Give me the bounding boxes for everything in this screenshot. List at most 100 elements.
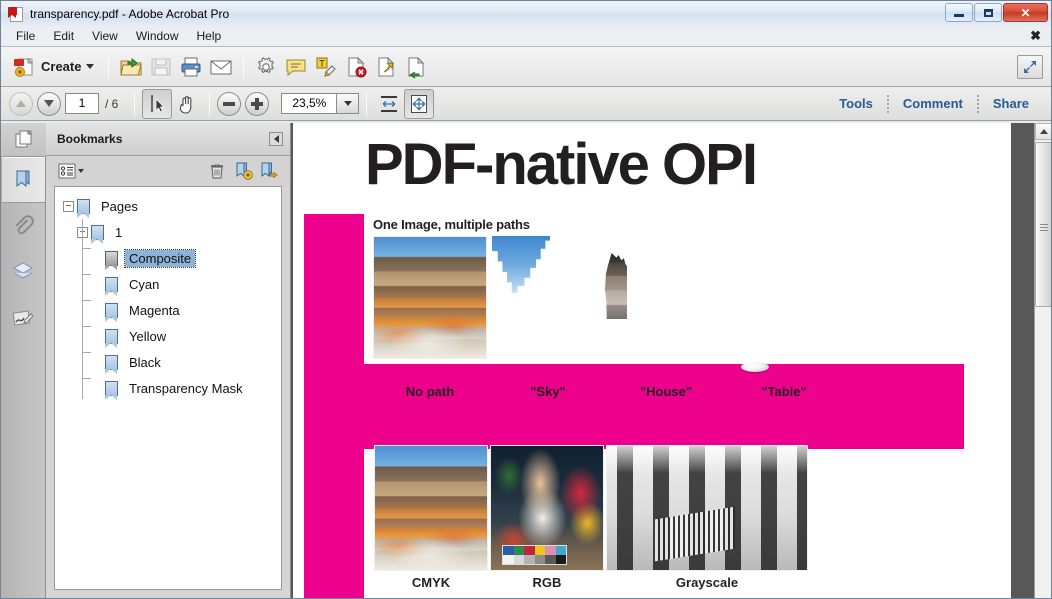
menu-edit[interactable]: Edit [44, 27, 83, 45]
menu-window[interactable]: Window [127, 27, 188, 45]
close-button[interactable]: ✕ [1003, 3, 1048, 22]
select-tool-button[interactable] [142, 88, 173, 119]
caption-table: "Table" [761, 384, 807, 399]
minimize-button[interactable] [945, 3, 973, 22]
delete-bookmark-button[interactable] [204, 159, 230, 183]
gear-icon [254, 55, 278, 79]
bookmarks-tree[interactable]: − Pages − 1 Composite Cyan Magenta Yello… [54, 186, 282, 590]
image-sky-clipped-fragment [492, 236, 550, 293]
fit-width-button[interactable] [374, 89, 404, 119]
window-title: transparency.pdf - Adobe Acrobat Pro [30, 6, 230, 21]
page-thumbnails-icon [13, 129, 35, 151]
expand-toolbar-button[interactable] [1017, 54, 1043, 79]
caption-cmyk: CMYK [411, 575, 451, 590]
magenta-band [304, 364, 964, 449]
tools-link[interactable]: Tools [825, 96, 887, 111]
bookmarks-panel: Bookmarks − Pages − 1 Composite Cyan Mag… [46, 123, 291, 598]
tree-item-label: Composite [123, 248, 197, 268]
image-woman-flowers-rgb [490, 445, 604, 571]
comment-link[interactable]: Comment [889, 96, 977, 111]
create-pdf-icon [12, 55, 36, 79]
maximize-icon [983, 8, 993, 17]
bookmark-icon [91, 224, 104, 244]
sidebar-item-layers[interactable] [2, 249, 45, 295]
toolbar-separator [134, 91, 136, 116]
settings-button[interactable] [251, 52, 281, 82]
sticky-note-button[interactable] [281, 52, 311, 82]
next-page-button[interactable] [37, 91, 61, 116]
rail-page-thumbnails-cell[interactable] [1, 123, 46, 157]
expander-toggle[interactable]: − [63, 200, 74, 212]
layers-icon [11, 260, 35, 284]
color-checker-bar [502, 545, 568, 566]
previous-page-button[interactable] [9, 91, 33, 116]
highlight-text-button[interactable]: T [311, 52, 341, 82]
zoom-out-button[interactable] [217, 91, 242, 116]
scroll-thumb[interactable] [1035, 142, 1051, 307]
document-viewer[interactable]: PDF-native OPI One Image, multiple paths… [291, 123, 1051, 598]
select-text-icon [146, 93, 168, 115]
replace-pages-button[interactable] [401, 52, 431, 82]
menu-file[interactable]: File [7, 27, 44, 45]
delete-pages-button[interactable] [341, 52, 371, 82]
navigation-rail [1, 123, 46, 598]
open-file-button[interactable] [116, 52, 146, 82]
create-button[interactable]: Create [9, 52, 101, 82]
image-street-scene-full [373, 236, 487, 359]
scroll-up-button[interactable] [1035, 123, 1051, 140]
hand-icon [176, 93, 198, 115]
extract-pages-button[interactable] [371, 52, 401, 82]
tree-connector [82, 349, 91, 379]
vertical-scrollbar[interactable] [1034, 123, 1051, 598]
save-button[interactable] [146, 52, 176, 82]
page-delete-icon [344, 55, 368, 79]
sidebar-item-attachments[interactable] [2, 203, 45, 249]
navigation-toolbar-right: Tools Comment Share [825, 87, 1043, 120]
zoom-in-button[interactable] [245, 91, 270, 116]
next-bookmark-button[interactable] [256, 159, 282, 183]
print-button[interactable] [176, 52, 206, 82]
email-button[interactable] [206, 52, 236, 82]
page-extract-icon [374, 55, 398, 79]
page-number-input[interactable]: 1 [65, 93, 99, 114]
signatures-icon [11, 306, 35, 330]
zoom-dropdown-button[interactable] [337, 93, 360, 114]
maximize-button[interactable] [974, 3, 1002, 22]
svg-text:T: T [320, 58, 326, 68]
sidebar-item-bookmarks[interactable] [1, 157, 45, 203]
menu-help[interactable]: Help [188, 27, 231, 45]
bookmarks-panel-toolbar [46, 156, 290, 186]
print-icon [179, 55, 203, 79]
tree-item-label: Cyan [129, 276, 160, 292]
sidebar-item-signatures[interactable] [2, 295, 45, 341]
fit-width-icon [378, 93, 400, 115]
open-file-icon [119, 55, 143, 79]
hand-tool-button[interactable] [172, 89, 202, 119]
fit-page-button[interactable] [404, 88, 435, 119]
page-count-label: / 6 [105, 96, 119, 111]
caption-no-path: No path [405, 384, 455, 399]
bookmarks-panel-header: Bookmarks [46, 123, 290, 156]
bookmark-options-button[interactable] [54, 159, 88, 183]
bookmark-icon-grey [105, 250, 118, 270]
close-document-button[interactable]: ✖ [1030, 29, 1041, 43]
new-bookmark-icon [233, 161, 253, 181]
caption-rgb: RGB [532, 575, 562, 590]
menu-view[interactable]: View [83, 27, 127, 45]
zoom-level-input[interactable]: 23,5% [281, 93, 338, 114]
save-icon [149, 55, 173, 79]
new-bookmark-button[interactable] [230, 159, 256, 183]
comment-bubble-icon [284, 55, 308, 79]
chevron-down-icon [86, 64, 95, 69]
toolbar-separator [243, 54, 245, 79]
minimize-icon [954, 14, 964, 17]
window-controls: ✕ [945, 3, 1048, 22]
expand-icon [1022, 59, 1038, 75]
scroll-grip-icon [1039, 224, 1048, 225]
options-menu-icon [58, 163, 84, 179]
tree-item-pages[interactable]: − Pages [55, 193, 281, 219]
share-link[interactable]: Share [979, 96, 1043, 111]
collapse-panel-button[interactable] [269, 132, 283, 146]
bookmarks-panel-title: Bookmarks [57, 132, 123, 146]
chevron-down-icon [343, 101, 352, 106]
